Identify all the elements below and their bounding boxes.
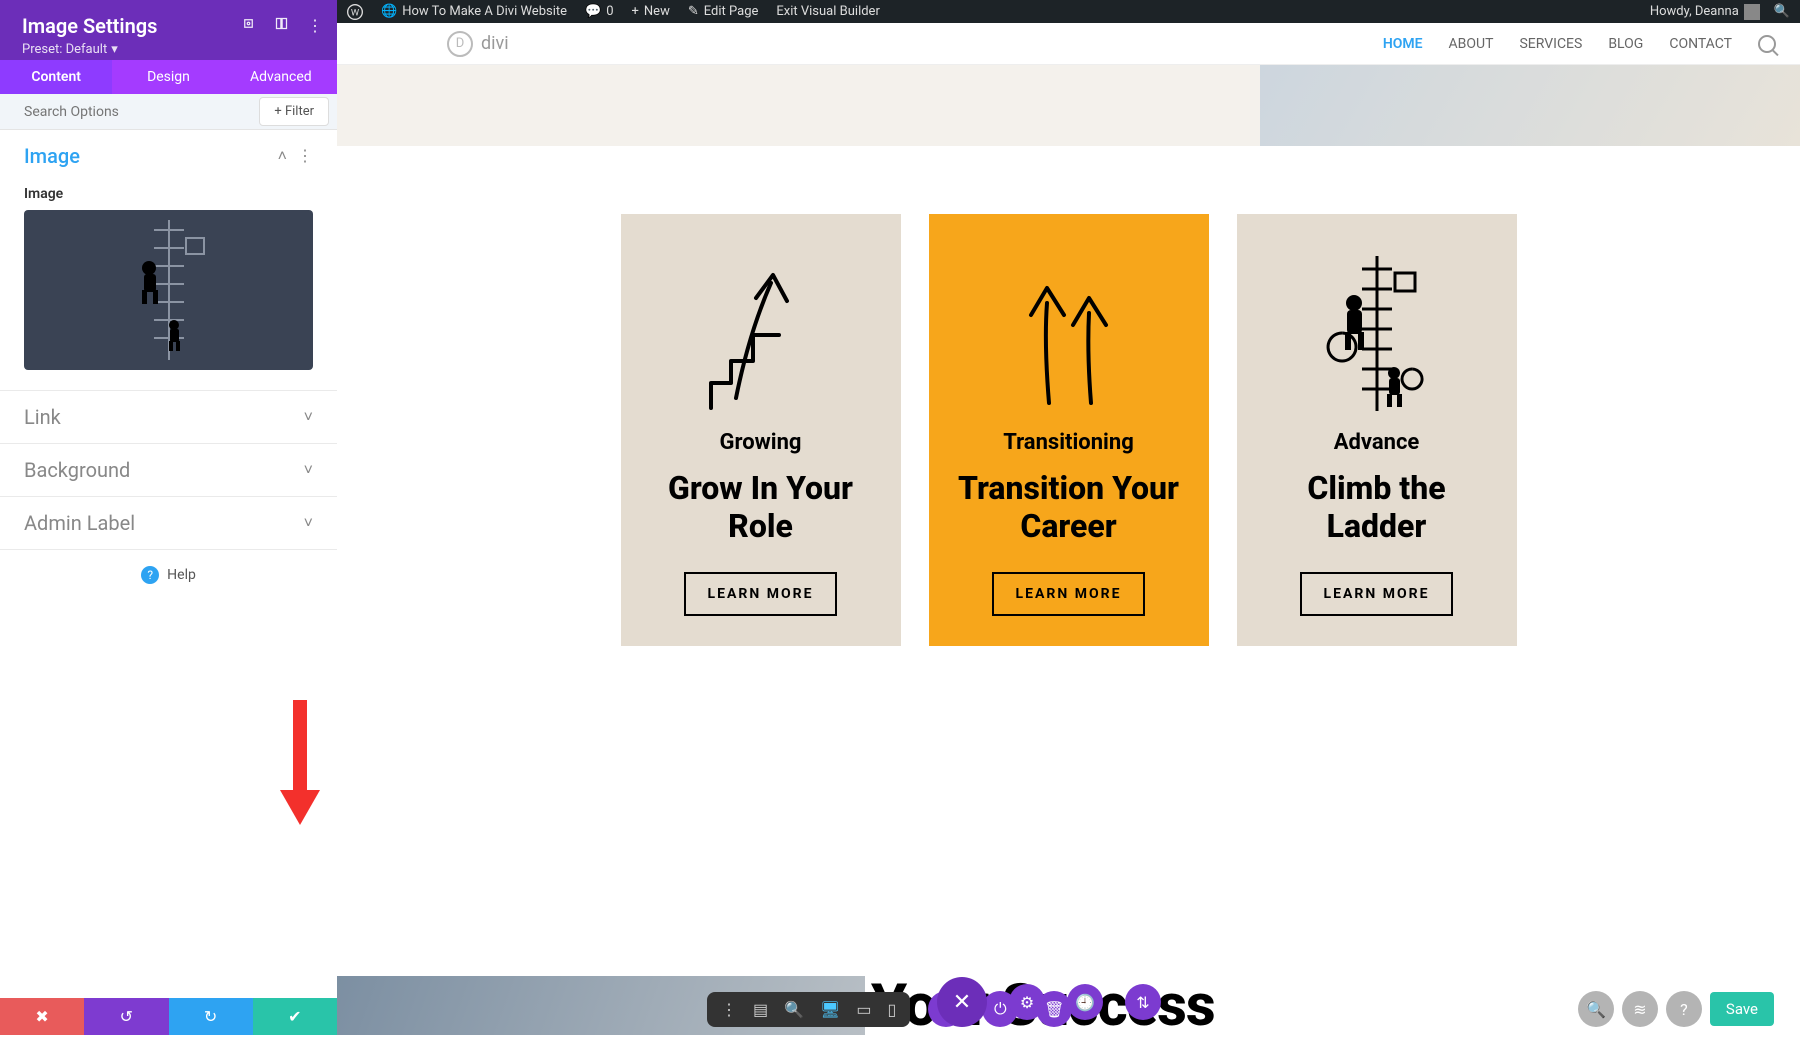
- drag-icon[interactable]: [274, 16, 289, 35]
- site-name-link[interactable]: 🌐 How To Make A Divi Website: [381, 4, 567, 19]
- group-link[interactable]: Link ˅: [0, 391, 337, 443]
- comments-link[interactable]: 💬 0: [585, 4, 614, 19]
- group-image[interactable]: Image ˄⋮: [0, 130, 337, 182]
- settings-button[interactable]: ⚙: [1009, 984, 1045, 1020]
- responsive-icon[interactable]: [241, 16, 256, 35]
- history-button[interactable]: 🕘: [1067, 984, 1103, 1020]
- card-kicker: Advance: [1334, 430, 1420, 455]
- nav-home[interactable]: HOME: [1383, 36, 1423, 52]
- sidebar-footer: ✖ ↺ ↻ ✔: [0, 998, 337, 1035]
- tab-advanced[interactable]: Advanced: [225, 60, 337, 94]
- help-icon[interactable]: ?: [1666, 991, 1702, 1027]
- cancel-button[interactable]: ✖: [0, 998, 84, 1035]
- card-advance: Advance Climb the Ladder LEARN MORE: [1237, 214, 1517, 646]
- chevron-down-icon: ˅: [304, 407, 313, 427]
- chevron-down-icon: ▾: [111, 42, 118, 57]
- wp-admin-bar: W 🌐 How To Make A Divi Website 💬 0 + New…: [337, 0, 1800, 23]
- redo-button[interactable]: ↻: [169, 998, 253, 1035]
- howdy-link[interactable]: Howdy, Deanna: [1650, 4, 1760, 20]
- growth-arrow-icon: [701, 250, 821, 416]
- tablet-view-icon[interactable]: ▭: [856, 1000, 871, 1019]
- learn-more-button[interactable]: LEARN MORE: [1300, 572, 1454, 616]
- close-builder-button[interactable]: ✕: [937, 977, 987, 1027]
- card-growing: Growing Grow In Your Role LEARN MORE: [621, 214, 901, 646]
- kebab-icon[interactable]: ⋮: [307, 16, 323, 35]
- nav-about[interactable]: ABOUT: [1449, 36, 1494, 52]
- hero-image: [1260, 65, 1800, 146]
- image-preview[interactable]: [24, 210, 313, 370]
- nav-contact[interactable]: CONTACT: [1669, 36, 1732, 52]
- kebab-icon[interactable]: ⋮: [721, 1000, 737, 1019]
- new-link[interactable]: + New: [632, 4, 670, 19]
- filter-button[interactable]: + Filter: [259, 97, 329, 126]
- card-kicker: Transitioning: [1003, 430, 1134, 455]
- builder-toolbar-center: ✕ ⚙ 🕘 ⇅: [937, 977, 1161, 1027]
- exit-visual-builder[interactable]: Exit Visual Builder: [776, 4, 879, 19]
- search-input[interactable]: [0, 104, 259, 120]
- nav-blog[interactable]: BLOG: [1608, 36, 1643, 52]
- site-logo[interactable]: D divi: [447, 31, 509, 57]
- group-background[interactable]: Background ˅: [0, 444, 337, 496]
- ladder-climb-icon: [1322, 250, 1432, 416]
- learn-more-button[interactable]: LEARN MORE: [992, 572, 1146, 616]
- double-arrow-icon: [1009, 250, 1129, 416]
- sidebar-header: Image Settings Preset: Default ▾ ⋮: [0, 0, 337, 60]
- image-field-label: Image: [0, 182, 337, 210]
- search-icon[interactable]: [1758, 35, 1776, 53]
- help-icon: ?: [141, 566, 159, 584]
- avatar: [1744, 4, 1760, 20]
- site-header: D divi HOME ABOUT SERVICES BLOG CONTACT: [337, 23, 1800, 65]
- chevron-down-icon: ˅: [304, 460, 313, 480]
- desktop-view-icon[interactable]: 🖥: [820, 1000, 840, 1019]
- preset-dropdown[interactable]: Preset: Default ▾: [22, 42, 118, 57]
- cards-row: Growing Grow In Your Role LEARN MORE Tra…: [337, 146, 1800, 706]
- help-link[interactable]: ? Help: [0, 550, 337, 600]
- swap-button[interactable]: ⇅: [1125, 984, 1161, 1020]
- sidebar-tabs: Content Design Advanced: [0, 60, 337, 94]
- sidebar-search: + Filter: [0, 94, 337, 130]
- group-admin-label[interactable]: Admin Label ˅: [0, 497, 337, 549]
- svg-text:W: W: [351, 7, 360, 18]
- card-title: Transition Your Career: [955, 469, 1183, 546]
- nav-services[interactable]: SERVICES: [1519, 36, 1582, 52]
- tab-content[interactable]: Content: [0, 60, 112, 94]
- tab-design[interactable]: Design: [112, 60, 224, 94]
- page-canvas: W 🌐 How To Make A Divi Website 💬 0 + New…: [337, 0, 1800, 1035]
- card-title: Climb the Ladder: [1263, 469, 1491, 546]
- primary-nav: HOME ABOUT SERVICES BLOG CONTACT: [1383, 35, 1776, 53]
- undo-button[interactable]: ↺: [84, 998, 168, 1035]
- chevron-up-icon: ˄: [278, 146, 287, 166]
- card-kicker: Growing: [719, 430, 801, 455]
- wireframe-icon[interactable]: ▤: [753, 1000, 768, 1019]
- chevron-down-icon: ˅: [304, 513, 313, 533]
- card-title: Grow In Your Role: [647, 469, 875, 546]
- layers-icon[interactable]: ≋: [1622, 991, 1658, 1027]
- search-icon[interactable]: 🔍: [1774, 4, 1790, 19]
- zoom-icon[interactable]: 🔍: [784, 1000, 804, 1019]
- edit-page-link[interactable]: ✎ Edit Page: [688, 4, 759, 19]
- card-transitioning: Transitioning Transition Your Career LEA…: [929, 214, 1209, 646]
- logo-icon: D: [447, 31, 473, 57]
- hero-section: [337, 65, 1800, 146]
- phone-view-icon[interactable]: ▯: [887, 1000, 896, 1019]
- confirm-button[interactable]: ✔: [253, 998, 337, 1035]
- search-toolbar-icon[interactable]: 🔍: [1578, 991, 1614, 1027]
- wp-logo[interactable]: W: [347, 4, 363, 20]
- settings-sidebar: Image Settings Preset: Default ▾ ⋮ Conte…: [0, 0, 337, 1035]
- save-button[interactable]: Save: [1710, 992, 1774, 1026]
- learn-more-button[interactable]: LEARN MORE: [684, 572, 838, 616]
- builder-toolbar-right: 🔍 ≋ ? Save: [1578, 991, 1774, 1027]
- kebab-icon[interactable]: ⋮: [297, 146, 313, 166]
